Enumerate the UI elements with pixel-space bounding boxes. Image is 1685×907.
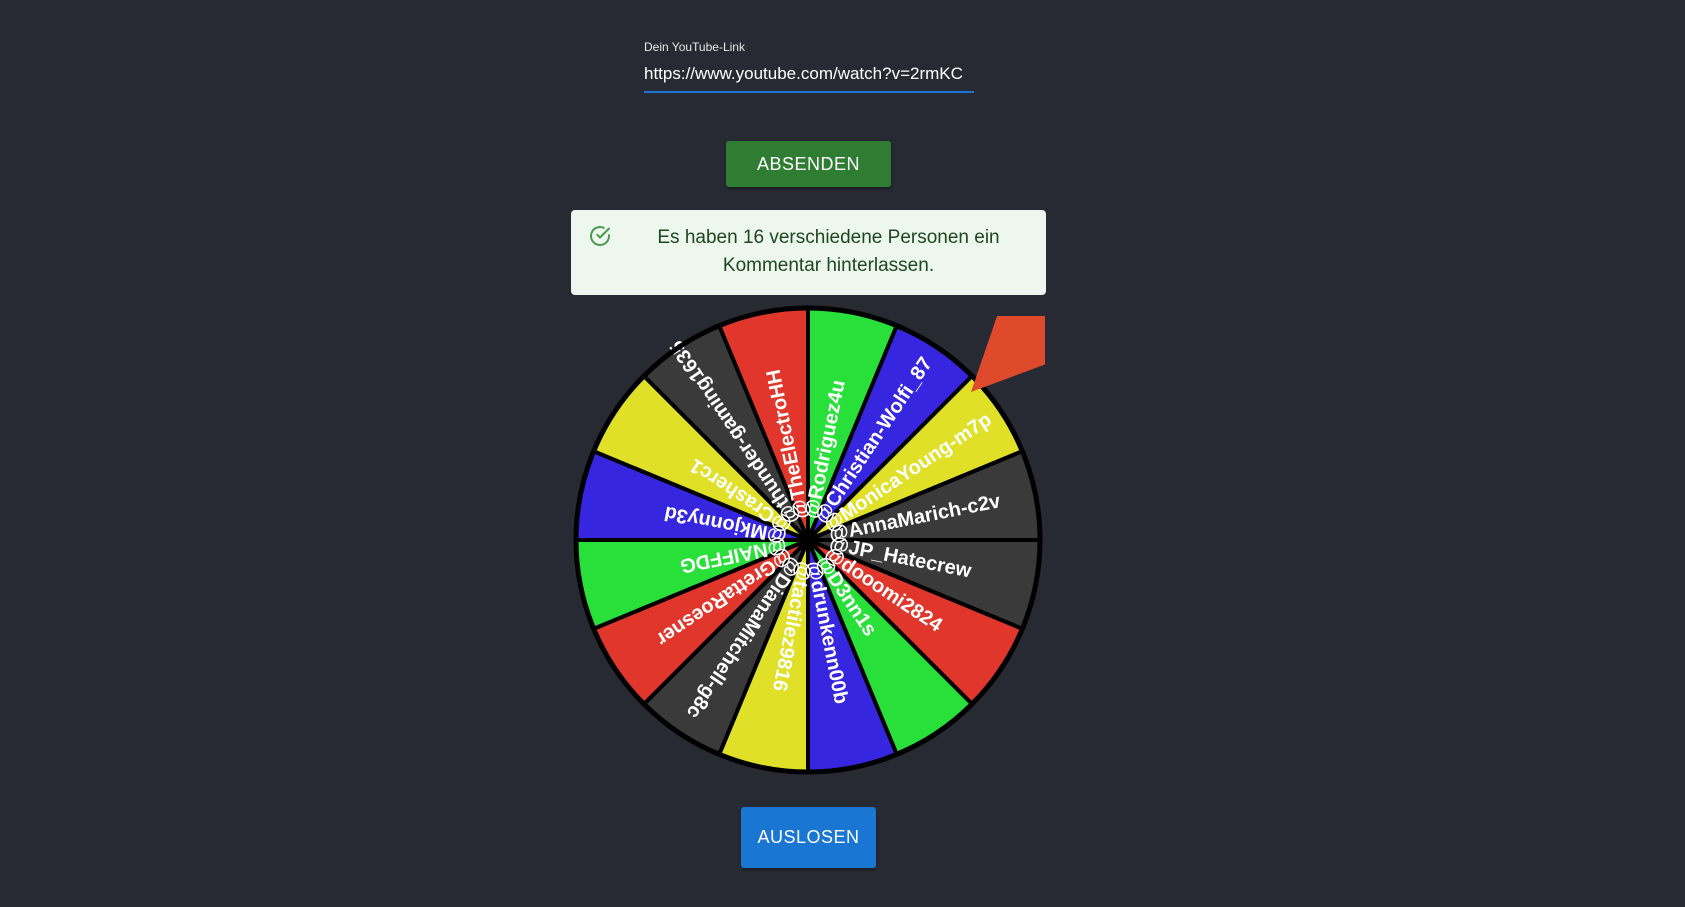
pointer-shape [971, 316, 1045, 392]
wheel-pointer [971, 316, 1045, 392]
check-circle-icon [590, 226, 610, 246]
page: Dein YouTube-Link ABSENDEN Es haben 16 v… [0, 0, 1685, 907]
success-alert: Es haben 16 verschiedene Personen ein Ko… [571, 210, 1046, 295]
youtube-link-label: Dein YouTube-Link [644, 40, 745, 54]
youtube-link-field: Dein YouTube-Link [644, 40, 974, 93]
draw-button[interactable]: AUSLOSEN [741, 807, 876, 868]
alert-message: Es haben 16 verschiedene Personen ein Ko… [657, 227, 1000, 276]
submit-button[interactable]: ABSENDEN [726, 141, 891, 187]
youtube-link-input[interactable] [644, 58, 974, 93]
